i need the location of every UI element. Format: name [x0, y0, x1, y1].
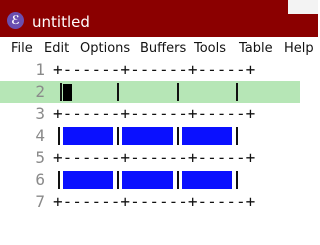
- menu-options[interactable]: Options: [80, 41, 130, 56]
- table-separator: [117, 171, 119, 189]
- table-cell-selected[interactable]: [182, 127, 232, 145]
- editor-line[interactable]: 1 +------+------+-----+: [0, 59, 318, 81]
- table-separator: [58, 127, 60, 145]
- emacs-icon: ℰ: [7, 12, 24, 29]
- table-separator: [177, 83, 179, 101]
- table-separator: [60, 83, 62, 101]
- editor-line[interactable]: 3 +------+------+-----+: [0, 103, 318, 125]
- menu-buffers[interactable]: Buffers: [140, 41, 186, 56]
- line-number: 2: [35, 82, 45, 101]
- line-number: 1: [35, 60, 45, 79]
- table-cell-selected[interactable]: [63, 171, 113, 189]
- editor-line[interactable]: 5 +------+------+-----+: [0, 147, 318, 169]
- editor-line[interactable]: 4: [0, 125, 318, 147]
- table-separator: [236, 171, 238, 189]
- table-cell-selected[interactable]: [122, 127, 173, 145]
- editor-line[interactable]: 7 +------+------+-----+: [0, 191, 318, 213]
- menu-help[interactable]: Help: [284, 41, 314, 56]
- editor-line-current[interactable]: 2: [0, 81, 300, 103]
- line-text: +------+------+-----+: [53, 104, 256, 123]
- window-title: untitled: [32, 13, 90, 31]
- table-cell-selected[interactable]: [182, 171, 232, 189]
- title-bar: ℰ untitled: [0, 0, 318, 37]
- table-separator: [177, 171, 179, 189]
- table-separator: [177, 127, 179, 145]
- line-number: 5: [35, 148, 45, 167]
- editor-line[interactable]: 6: [0, 169, 318, 191]
- line-number: 6: [35, 170, 45, 189]
- text-cursor: [63, 84, 72, 101]
- menu-edit[interactable]: Edit: [44, 41, 69, 56]
- table-separator: [117, 127, 119, 145]
- line-text: +------+------+-----+: [53, 192, 256, 211]
- menu-table[interactable]: Table: [239, 41, 273, 56]
- line-number: 3: [35, 104, 45, 123]
- line-text: +------+------+-----+: [53, 60, 256, 79]
- menu-file[interactable]: File: [11, 41, 33, 56]
- line-number: 7: [35, 192, 45, 211]
- table-cell-selected[interactable]: [122, 171, 173, 189]
- titlebar-corner: [288, 0, 318, 14]
- line-number: 4: [35, 126, 45, 145]
- table-separator: [236, 83, 238, 101]
- menu-bar: File Edit Options Buffers Tools Table He…: [0, 37, 318, 59]
- editor-area[interactable]: 1 +------+------+-----+ 2 3 +------+----…: [0, 59, 318, 245]
- table-separator: [117, 83, 119, 101]
- table-separator: [236, 127, 238, 145]
- table-cell-selected[interactable]: [63, 127, 113, 145]
- line-text: +------+------+-----+: [53, 148, 256, 167]
- menu-tools[interactable]: Tools: [194, 41, 226, 56]
- table-separator: [58, 171, 60, 189]
